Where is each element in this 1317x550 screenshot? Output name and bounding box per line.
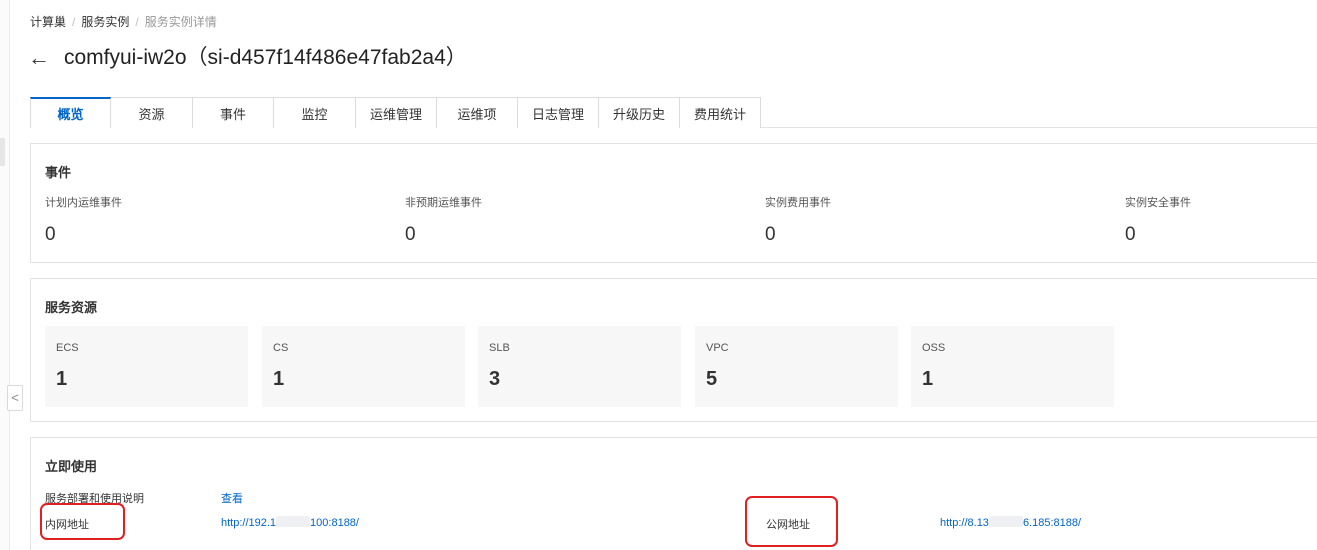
use-now-card: 立即使用 服务部署和使用说明 查看 内网地址 http://192.1 100:8… bbox=[30, 437, 1317, 550]
resource-tile-count: 3 bbox=[489, 368, 501, 390]
event-stat-value[interactable]: 0 bbox=[405, 224, 482, 246]
resource-tile-count: 1 bbox=[56, 368, 68, 390]
tab-log-management[interactable]: 日志管理 bbox=[518, 97, 599, 128]
resource-tile-count: 1 bbox=[922, 368, 934, 390]
public-url-prefix: http://8.13 bbox=[940, 517, 989, 529]
resource-tile-count: 5 bbox=[706, 368, 718, 390]
resource-tile-cs[interactable]: CS 1 bbox=[262, 326, 465, 407]
tab-monitoring[interactable]: 监控 bbox=[274, 97, 356, 128]
public-address-link[interactable]: http://8.13 6.185:8188/ bbox=[940, 516, 1081, 529]
use-now-title: 立即使用 bbox=[45, 459, 98, 474]
highlight-box-public-address bbox=[745, 496, 838, 547]
event-stat-unexpected: 非预期运维事件 0 bbox=[405, 194, 482, 246]
public-url-suffix: 6.185:8188/ bbox=[1022, 517, 1082, 529]
deploy-guide-view-link[interactable]: 查看 bbox=[221, 490, 243, 506]
event-stat-label: 实例费用事件 bbox=[765, 197, 831, 209]
tab-cost-statistics[interactable]: 费用统计 bbox=[680, 97, 761, 128]
redaction-mask bbox=[988, 516, 1023, 527]
resource-tile-label: OSS bbox=[922, 342, 946, 354]
tab-ops-management[interactable]: 运维管理 bbox=[356, 97, 437, 128]
resource-tile-label: ECS bbox=[56, 342, 79, 354]
resource-tile-vpc[interactable]: VPC 5 bbox=[695, 326, 898, 407]
event-stat-value[interactable]: 0 bbox=[765, 224, 831, 246]
events-card: 事件 计划内运维事件 0 非预期运维事件 0 实例费用事件 0 实例安全事件 0 bbox=[30, 143, 1317, 263]
tab-resources[interactable]: 资源 bbox=[111, 97, 193, 128]
service-resources-card: 服务资源 ECS 1 CS 1 SLB 3 VPC 5 OSS 1 bbox=[30, 278, 1317, 422]
breadcrumb: 计算巢 / 服务实例 / 服务实例详情 bbox=[30, 13, 217, 30]
service-instance-detail-page: < 计算巢 / 服务实例 / 服务实例详情 ← comfyui-iw2o（si-… bbox=[0, 0, 1317, 550]
private-url-prefix: http://192.1 bbox=[221, 517, 277, 529]
resource-tile-oss[interactable]: OSS 1 bbox=[911, 326, 1114, 407]
chevron-left-icon[interactable]: < bbox=[7, 385, 23, 411]
breadcrumb-item-compute-nest[interactable]: 计算巢 bbox=[30, 13, 66, 30]
left-sidebar-rail bbox=[0, 0, 10, 550]
event-stat-label: 非预期运维事件 bbox=[405, 197, 482, 209]
private-address-link[interactable]: http://192.1 100:8188/ bbox=[221, 516, 359, 529]
sidebar-marker bbox=[0, 138, 5, 166]
breadcrumb-separator: / bbox=[135, 14, 139, 29]
event-stat-security: 实例安全事件 0 bbox=[1125, 194, 1191, 246]
event-stat-cost: 实例费用事件 0 bbox=[765, 194, 831, 246]
highlight-box-private-address bbox=[40, 503, 125, 540]
service-resources-title: 服务资源 bbox=[45, 300, 98, 315]
event-stat-value[interactable]: 0 bbox=[1125, 224, 1191, 246]
page-header: ← comfyui-iw2o（si-d457f14f486e47fab2a4） bbox=[28, 44, 467, 72]
resource-tile-ecs[interactable]: ECS 1 bbox=[45, 326, 248, 407]
event-stat-label: 实例安全事件 bbox=[1125, 197, 1191, 209]
event-stat-label: 计划内运维事件 bbox=[45, 197, 122, 209]
resource-tile-count: 1 bbox=[273, 368, 285, 390]
event-stat-planned: 计划内运维事件 0 bbox=[45, 194, 122, 246]
breadcrumb-item-service-instances[interactable]: 服务实例 bbox=[81, 13, 129, 30]
tab-upgrade-history[interactable]: 升级历史 bbox=[599, 97, 680, 128]
tab-events[interactable]: 事件 bbox=[193, 97, 274, 128]
resource-tile-label: SLB bbox=[489, 342, 510, 354]
breadcrumb-item-current: 服务实例详情 bbox=[144, 15, 217, 29]
breadcrumb-separator: / bbox=[72, 14, 76, 29]
private-url-suffix: 100:8188/ bbox=[310, 517, 359, 529]
page-title: comfyui-iw2o（si-d457f14f486e47fab2a4） bbox=[64, 46, 467, 69]
event-stat-value[interactable]: 0 bbox=[45, 224, 122, 246]
tab-overview[interactable]: 概览 bbox=[30, 97, 111, 128]
tab-bar: 概览 资源 事件 监控 运维管理 运维项 日志管理 升级历史 费用统计 bbox=[30, 97, 1317, 128]
tab-ops-items[interactable]: 运维项 bbox=[437, 97, 518, 128]
arrow-left-icon[interactable]: ← bbox=[28, 44, 50, 72]
resource-tile-label: VPC bbox=[706, 342, 729, 354]
resource-tile-slb[interactable]: SLB 3 bbox=[478, 326, 681, 407]
events-card-title: 事件 bbox=[45, 165, 72, 180]
redaction-mask bbox=[276, 516, 311, 527]
resource-tile-label: CS bbox=[273, 342, 289, 354]
